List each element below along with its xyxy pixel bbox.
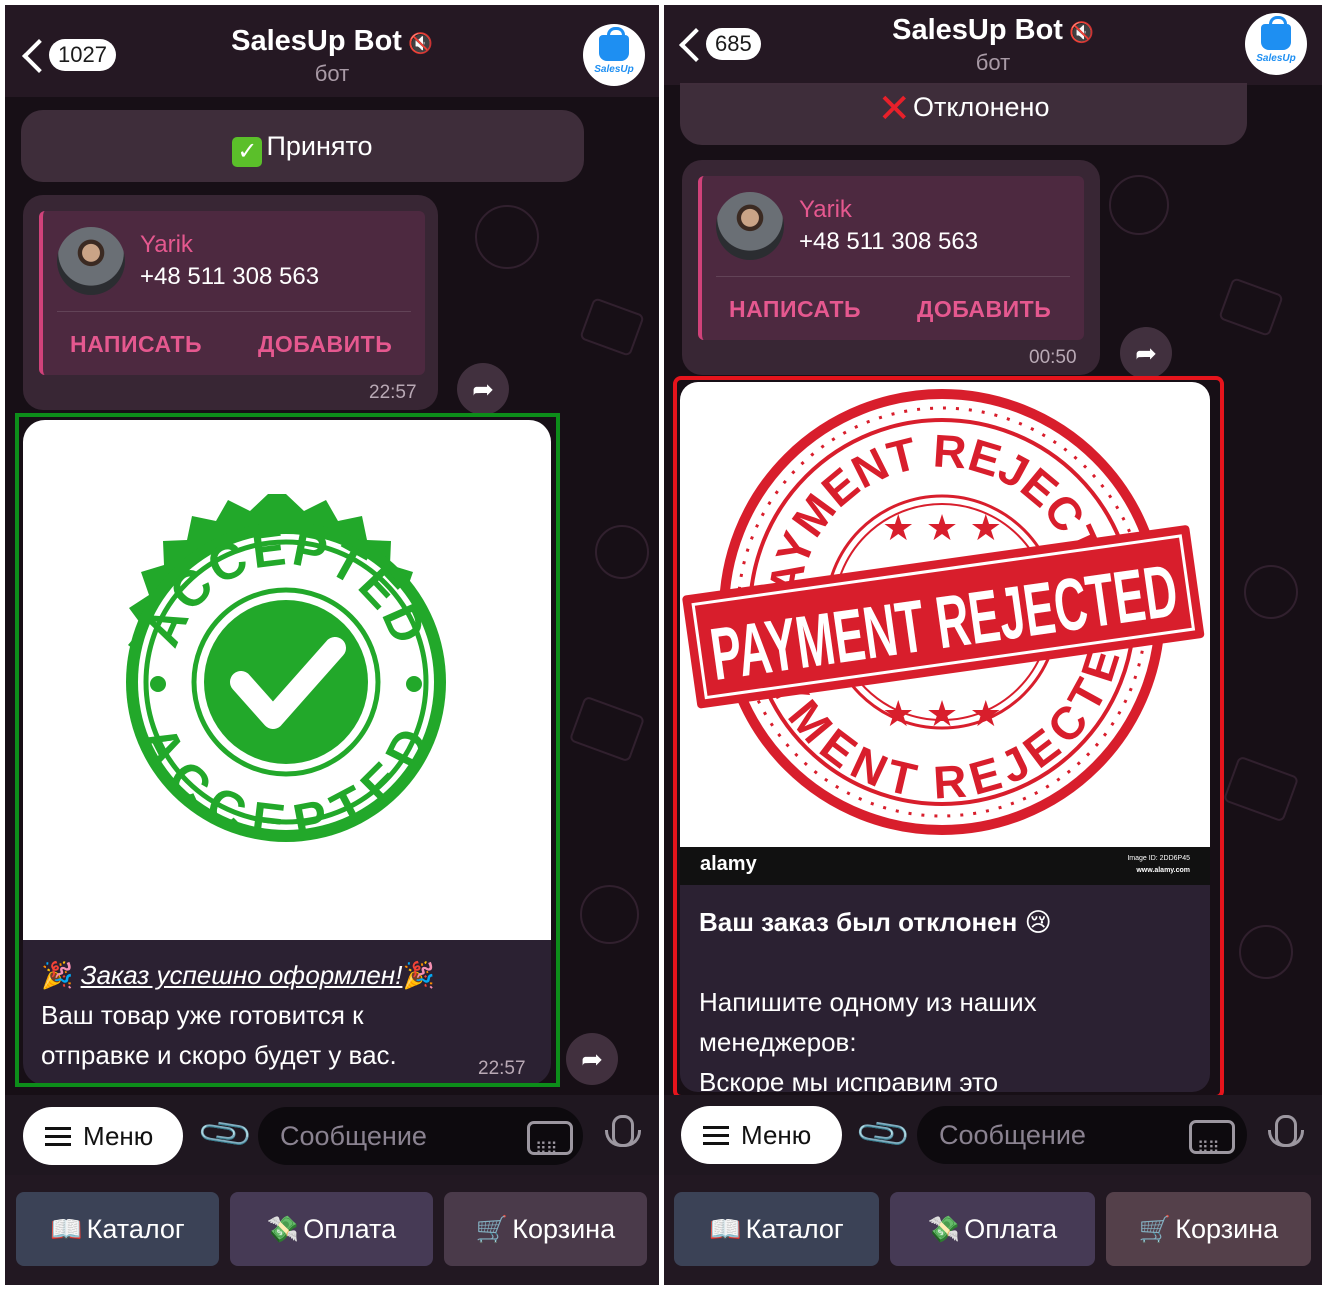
- write-button[interactable]: НАПИСАТЬ: [70, 331, 202, 358]
- contact-divider: [716, 276, 1070, 277]
- cart-button[interactable]: 🛒 Корзина: [444, 1192, 647, 1266]
- status-message: ✓ Принято: [21, 110, 584, 182]
- shopping-bag-icon: [599, 27, 629, 61]
- menu-button[interactable]: Меню: [681, 1106, 842, 1164]
- menu-label: Меню: [83, 1121, 154, 1151]
- status-message: ✕Отклонено: [680, 83, 1247, 145]
- contact-message: Yarik +48 511 308 563 НАПИСАТЬ ДОБАВИТЬ …: [682, 160, 1100, 375]
- message-input[interactable]: Сообщение: [258, 1107, 583, 1179]
- bot-avatar-logo[interactable]: SalesUp: [583, 24, 645, 86]
- money-icon: 💸: [266, 1214, 300, 1244]
- catalog-button[interactable]: 📖 Каталог: [16, 1192, 219, 1266]
- message-time: 22:57: [369, 382, 417, 403]
- contact-avatar: [716, 192, 784, 260]
- right-chat-screen: 685 SalesUp Bot 🔇 бот SalesUp ✕Отклонено …: [664, 5, 1322, 1285]
- write-button[interactable]: НАПИСАТЬ: [729, 296, 861, 323]
- reply-keyboard: 📖 Каталог 💸 Оплата 🛒 Корзина: [5, 1175, 659, 1285]
- chat-subtitle: бот: [314, 61, 350, 86]
- green-highlight-frame: [15, 413, 560, 1087]
- catalog-button[interactable]: 📖 Каталог: [674, 1192, 879, 1266]
- add-contact-button[interactable]: ДОБАВИТЬ: [917, 296, 1051, 323]
- contact-card[interactable]: Yarik +48 511 308 563 НАПИСАТЬ ДОБАВИТЬ: [39, 211, 425, 375]
- contact-name: Yarik: [140, 231, 193, 258]
- input-bar: Меню 📎 Сообщение: [5, 1095, 659, 1179]
- muted-icon: 🔇: [1068, 22, 1094, 44]
- bot-avatar-logo[interactable]: SalesUp: [1245, 13, 1307, 75]
- cross-mark-icon: ✕: [877, 87, 912, 131]
- payment-button[interactable]: 💸 Оплата: [230, 1192, 433, 1266]
- shopping-bag-icon: [1261, 16, 1291, 50]
- forward-icon[interactable]: ➦: [566, 1033, 618, 1085]
- message-placeholder: Сообщение: [280, 1121, 427, 1151]
- cart-icon: 🛒: [475, 1214, 509, 1244]
- keyboard-icon[interactable]: [527, 1121, 573, 1179]
- message-time: 00:50: [1029, 347, 1077, 368]
- cart-icon: 🛒: [1138, 1214, 1172, 1244]
- status-text: Принято: [266, 131, 373, 161]
- muted-icon: 🔇: [407, 33, 433, 55]
- cart-button[interactable]: 🛒 Корзина: [1106, 1192, 1311, 1266]
- payment-button[interactable]: 💸 Оплата: [890, 1192, 1095, 1266]
- check-mark-icon: ✓: [232, 137, 263, 167]
- logo-text: SalesUp: [1256, 53, 1296, 64]
- hamburger-icon: [703, 1126, 729, 1129]
- contact-avatar: [57, 227, 125, 295]
- attach-paperclip-icon[interactable]: 📎: [853, 1104, 914, 1165]
- microphone-icon[interactable]: [1268, 1115, 1304, 1147]
- book-icon: 📖: [709, 1214, 742, 1244]
- left-chat-screen: 1027 SalesUp Bot 🔇 бот SalesUp ✓ Принято Y…: [5, 5, 659, 1285]
- contact-message: Yarik +48 511 308 563 НАПИСАТЬ ДОБАВИТЬ …: [23, 195, 438, 410]
- input-bar: Меню 📎 Сообщение: [664, 1095, 1322, 1178]
- add-contact-button[interactable]: ДОБАВИТЬ: [258, 331, 392, 358]
- money-icon: 💸: [927, 1214, 961, 1244]
- chat-title[interactable]: SalesUp Bot 🔇: [5, 25, 659, 58]
- attach-paperclip-icon[interactable]: 📎: [195, 1104, 256, 1165]
- chat-header: 685 SalesUp Bot 🔇 бот SalesUp: [664, 5, 1322, 85]
- reply-keyboard: 📖 Каталог 💸 Оплата 🛒 Корзина: [664, 1175, 1322, 1285]
- contact-card[interactable]: Yarik +48 511 308 563 НАПИСАТЬ ДОБАВИТЬ: [698, 176, 1084, 340]
- contact-name: Yarik: [799, 196, 852, 223]
- message-placeholder: Сообщение: [939, 1120, 1086, 1150]
- keyboard-icon[interactable]: [1189, 1120, 1235, 1178]
- logo-text: SalesUp: [594, 64, 634, 75]
- chat-title[interactable]: SalesUp Bot 🔇: [664, 14, 1322, 47]
- forward-icon[interactable]: ➦: [457, 363, 509, 415]
- hamburger-icon: [45, 1127, 71, 1130]
- menu-label: Меню: [741, 1120, 812, 1150]
- book-icon: 📖: [50, 1214, 83, 1244]
- menu-button[interactable]: Меню: [23, 1107, 183, 1165]
- chat-header: 1027 SalesUp Bot 🔇 бот SalesUp: [5, 5, 659, 97]
- microphone-icon[interactable]: [605, 1115, 641, 1147]
- contact-divider: [57, 311, 411, 312]
- chat-subtitle: бот: [975, 50, 1011, 75]
- red-highlight-frame: [673, 376, 1224, 1099]
- status-text: Отклонено: [913, 92, 1050, 122]
- contact-phone: +48 511 308 563: [140, 263, 320, 290]
- contact-phone: +48 511 308 563: [799, 228, 979, 255]
- message-input[interactable]: Сообщение: [917, 1106, 1247, 1178]
- forward-icon[interactable]: ➦: [1120, 327, 1172, 379]
